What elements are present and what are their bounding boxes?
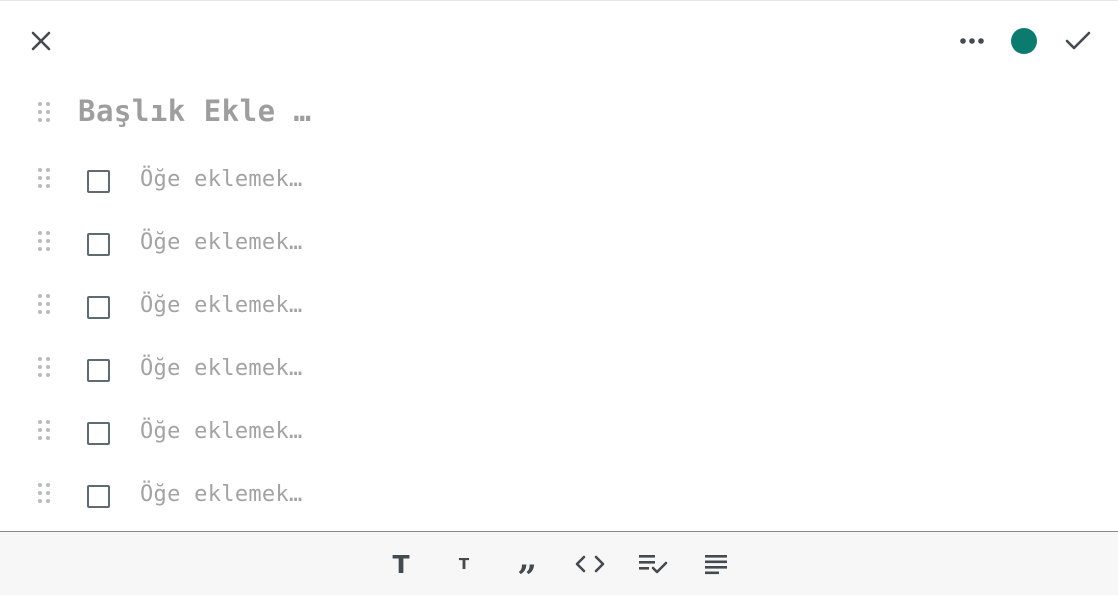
checklist-item: Öğe eklemek…: [0, 220, 1118, 270]
quote-icon: ”: [517, 558, 537, 598]
confirm-button[interactable]: [1058, 21, 1098, 61]
close-button[interactable]: [24, 23, 58, 59]
heading-small-button[interactable]: T: [446, 546, 482, 582]
checklist-icon: [639, 555, 668, 574]
check-icon: [1065, 31, 1091, 50]
item-checkbox[interactable]: [87, 359, 110, 382]
close-icon: [31, 31, 51, 51]
heading-small-icon: T: [458, 555, 470, 573]
title-input[interactable]: Başlık Ekle …: [78, 94, 311, 128]
item-input[interactable]: Öğe eklemek…: [140, 230, 303, 255]
checklist-item: Öğe eklemek…: [0, 472, 1118, 522]
drag-handle-icon[interactable]: [37, 293, 51, 315]
drag-handle-icon[interactable]: [37, 419, 51, 441]
drag-handle-icon[interactable]: [37, 482, 51, 504]
more-horizontal-icon: [960, 38, 984, 44]
checklist-item: Öğe eklemek…: [0, 409, 1118, 459]
paragraph-icon: [705, 555, 727, 575]
more-options-button[interactable]: [952, 23, 992, 59]
paragraph-button[interactable]: [698, 546, 734, 582]
top-bar: [0, 0, 1118, 81]
item-checkbox[interactable]: [87, 170, 110, 193]
format-toolbar: T T ”: [0, 531, 1118, 595]
title-row: Başlık Ekle …: [0, 90, 1118, 134]
item-checkbox[interactable]: [87, 296, 110, 319]
item-input[interactable]: Öğe eklemek…: [140, 167, 303, 192]
heading-large-button[interactable]: T: [383, 546, 419, 582]
item-input[interactable]: Öğe eklemek…: [140, 293, 303, 318]
note-color-button[interactable]: [1004, 21, 1044, 61]
item-input[interactable]: Öğe eklemek…: [140, 419, 303, 444]
drag-handle-icon[interactable]: [37, 167, 51, 189]
drag-handle-icon[interactable]: [37, 356, 51, 378]
drag-handle-icon[interactable]: [37, 230, 51, 252]
checklist-item: Öğe eklemek…: [0, 157, 1118, 207]
item-checkbox[interactable]: [87, 233, 110, 256]
drag-handle-icon[interactable]: [37, 101, 51, 123]
checklist-item: Öğe eklemek…: [0, 283, 1118, 333]
code-icon: [575, 555, 605, 573]
item-input[interactable]: Öğe eklemek…: [140, 356, 303, 381]
heading-large-icon: T: [392, 549, 410, 579]
checklist-button[interactable]: [635, 546, 671, 582]
item-checkbox[interactable]: [87, 422, 110, 445]
item-checkbox[interactable]: [87, 485, 110, 508]
quote-button[interactable]: ”: [509, 560, 545, 596]
item-input[interactable]: Öğe eklemek…: [140, 482, 303, 507]
checklist-item: Öğe eklemek…: [0, 346, 1118, 396]
note-color-swatch: [1011, 28, 1037, 54]
code-button[interactable]: [572, 546, 608, 582]
